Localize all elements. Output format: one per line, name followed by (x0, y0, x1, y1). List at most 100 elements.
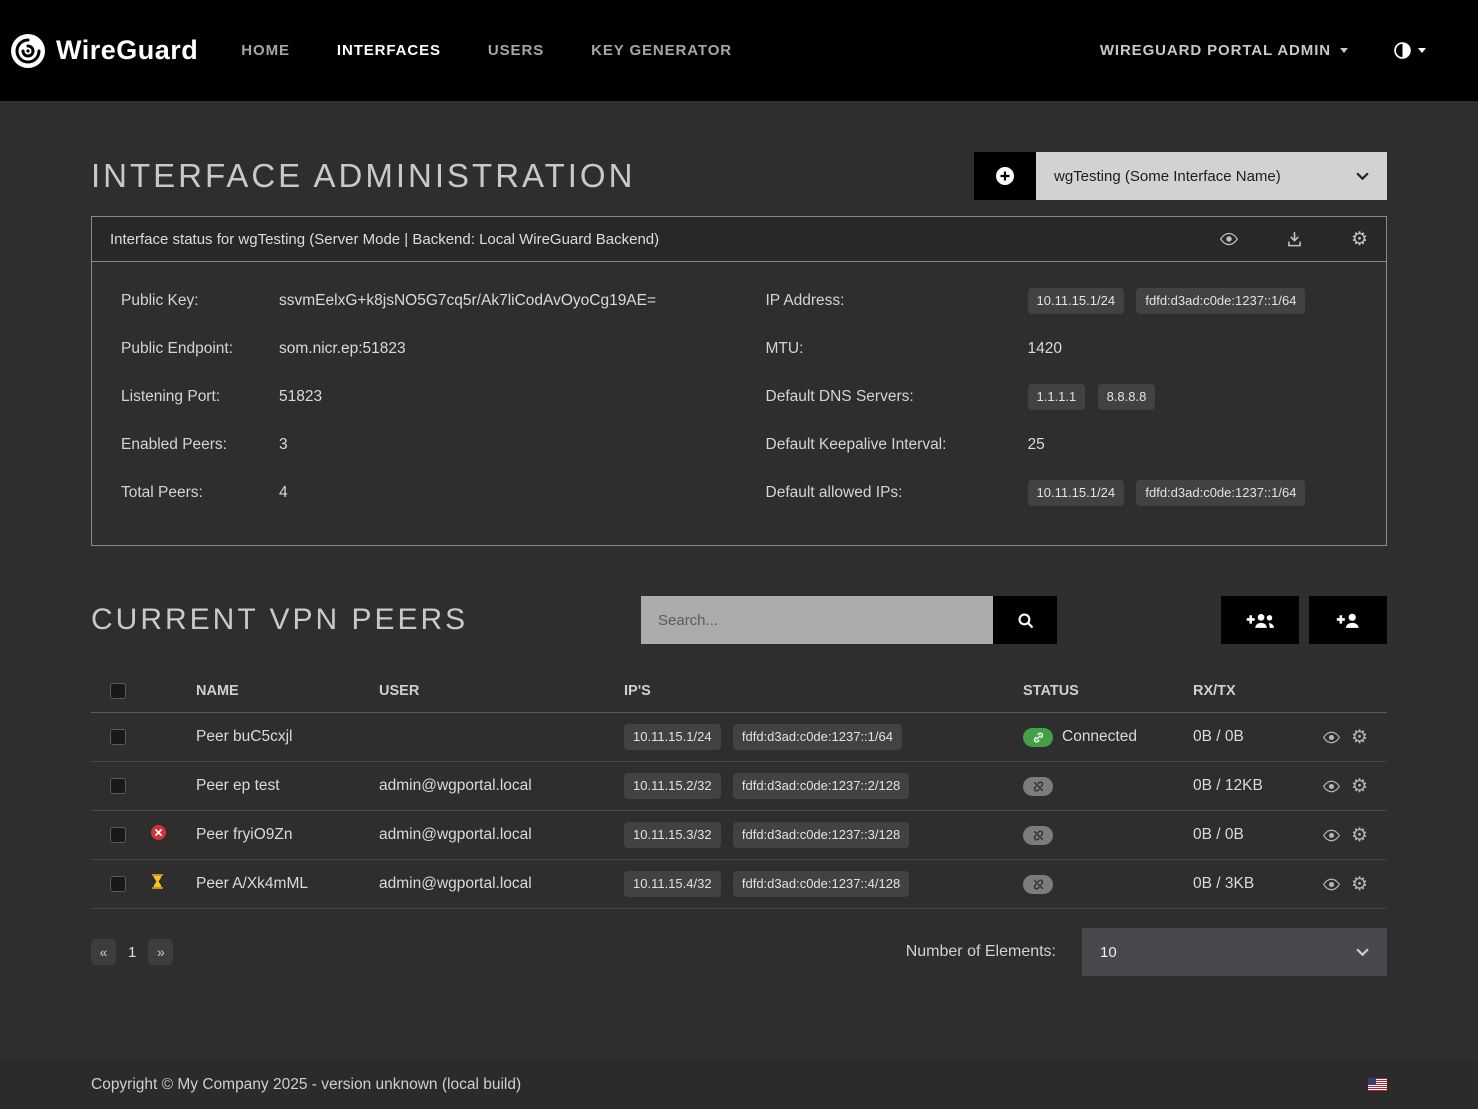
chevron-down-icon (1340, 48, 1348, 53)
download-config-button[interactable] (1286, 231, 1303, 248)
view-config-button[interactable] (1220, 230, 1238, 248)
ip-badge: 10.11.15.1/24 (1028, 480, 1125, 506)
interface-settings-button[interactable]: ⚙ (1351, 230, 1368, 249)
nav-interfaces[interactable]: INTERFACES (337, 42, 441, 59)
peer-rxtx: 0B / 12KB (1174, 762, 1311, 811)
field-label: Enabled Peers: (121, 436, 279, 454)
interface-card-title: Interface status for wgTesting (Server M… (110, 231, 659, 248)
copyright-text: Copyright © My Company 2025 - version un… (91, 1076, 521, 1094)
select-peer-checkbox[interactable] (110, 778, 126, 794)
peers-table: NAME USER IP'S STATUS RX/TX Peer buC5cxj… (91, 670, 1387, 909)
peer-view-button[interactable] (1323, 876, 1340, 893)
select-peer-checkbox[interactable] (110, 876, 126, 892)
peer-name: Peer A/Xk4mML (177, 860, 360, 909)
field-value: 4 (279, 484, 288, 502)
elements-count-select[interactable]: 10 (1082, 928, 1387, 976)
disconnected-link-icon (1023, 826, 1053, 845)
field-value: ssvmEelxG+k8jsNO5G7cq5r/Ak7liCodAvOyoCg1… (279, 292, 656, 310)
field-listening-port: Listening Port: 51823 (121, 373, 742, 421)
peer-ip-badge: 10.11.15.4/32 (624, 871, 721, 897)
peer-name: Peer fryiO9Zn (177, 811, 360, 860)
add-multiple-peers-button[interactable] (1221, 596, 1299, 644)
peer-settings-button[interactable]: ⚙ (1351, 875, 1368, 894)
eye-icon (1323, 827, 1340, 844)
us-flag-language-icon[interactable] (1368, 1078, 1387, 1091)
plus-circle-icon (996, 167, 1014, 185)
nav-home[interactable]: HOME (241, 42, 290, 59)
peer-view-button[interactable] (1323, 827, 1340, 844)
theme-contrast-icon (1394, 42, 1411, 59)
column-header-status: STATUS (1004, 670, 1174, 713)
eye-icon (1323, 729, 1340, 746)
add-interface-button[interactable] (974, 152, 1036, 200)
pagination-prev-button[interactable]: « (91, 939, 116, 965)
add-user-icon (1334, 611, 1362, 630)
peers-section-title: CURRENT VPN PEERS (91, 603, 468, 637)
field-value: 3 (279, 436, 288, 454)
gear-icon: ⚙ (1351, 826, 1368, 845)
interface-select[interactable]: wgTesting (Some Interface Name) (1036, 152, 1387, 200)
interface-status-card: Interface status for wgTesting (Server M… (91, 216, 1387, 546)
field-value: 51823 (279, 388, 322, 406)
table-row: Peer A/Xk4mML admin@wgportal.local 10.11… (91, 860, 1387, 909)
search-button[interactable] (993, 596, 1057, 644)
field-value: 1420 (1028, 340, 1062, 358)
ip-badge: fdfd:d3ad:c0de:1237::1/64 (1136, 288, 1305, 314)
select-all-checkbox[interactable] (110, 683, 126, 699)
peer-ip-badge: fdfd:d3ad:c0de:1237::4/128 (733, 871, 909, 897)
peer-view-button[interactable] (1323, 778, 1340, 795)
field-label: IP Address: (766, 292, 1028, 310)
user-menu-label: WIREGUARD PORTAL ADMIN (1100, 42, 1331, 59)
peer-settings-button[interactable]: ⚙ (1351, 728, 1368, 747)
disconnected-link-icon (1023, 777, 1053, 796)
table-row: Peer ep test admin@wgportal.local 10.11.… (91, 762, 1387, 811)
eye-icon (1220, 230, 1238, 248)
table-row: Peer buC5cxjl 10.11.15.1/24 fdfd:d3ad:c0… (91, 713, 1387, 762)
peer-user: admin@wgportal.local (360, 762, 605, 811)
field-public-endpoint: Public Endpoint: som.nicr.ep:51823 (121, 325, 742, 373)
field-label: Listening Port: (121, 388, 279, 406)
peer-rxtx: 0B / 3KB (1174, 860, 1311, 909)
nav-key-generator[interactable]: KEY GENERATOR (591, 42, 732, 59)
elements-count-label: Number of Elements: (906, 943, 1056, 961)
disconnected-link-icon (1023, 875, 1053, 894)
select-peer-checkbox[interactable] (110, 729, 126, 745)
nav-users[interactable]: USERS (488, 42, 544, 59)
add-peer-button[interactable] (1309, 596, 1387, 644)
select-peer-checkbox[interactable] (110, 827, 126, 843)
gear-icon: ⚙ (1351, 875, 1368, 894)
brand-logo[interactable]: WireGuard (10, 33, 198, 69)
peer-search-input[interactable] (641, 596, 993, 644)
field-ip-address: IP Address: 10.11.15.1/24 fdfd:d3ad:c0de… (766, 277, 1387, 325)
page-title: INTERFACE ADMINISTRATION (91, 157, 635, 195)
peer-ip-badge: 10.11.15.2/32 (624, 773, 721, 799)
theme-toggle-dropdown[interactable] (1394, 42, 1426, 59)
peer-ip-badge: fdfd:d3ad:c0de:1237::2/128 (733, 773, 909, 799)
ip-badge: 10.11.15.1/24 (1028, 288, 1125, 314)
peer-user: admin@wgportal.local (360, 811, 605, 860)
brand-name: WireGuard (56, 35, 198, 66)
peer-ip-badge: 10.11.15.1/24 (624, 724, 721, 750)
gear-icon: ⚙ (1351, 777, 1368, 796)
download-icon (1286, 231, 1303, 248)
pagination-next-button[interactable]: » (148, 939, 173, 965)
chevron-down-icon (1356, 948, 1369, 957)
field-label: Default DNS Servers: (766, 388, 1028, 406)
user-menu-dropdown[interactable]: WIREGUARD PORTAL ADMIN (1100, 42, 1348, 59)
peer-ip-badge: fdfd:d3ad:c0de:1237::3/128 (733, 822, 909, 848)
field-keepalive: Default Keepalive Interval: 25 (766, 421, 1387, 469)
field-label: Public Endpoint: (121, 340, 279, 358)
peer-settings-button[interactable]: ⚙ (1351, 777, 1368, 796)
gear-icon: ⚙ (1351, 230, 1368, 249)
chevron-down-icon (1418, 48, 1426, 53)
add-users-icon (1244, 611, 1276, 630)
peer-ip-badge: fdfd:d3ad:c0de:1237::1/64 (733, 724, 902, 750)
search-icon (1017, 612, 1034, 629)
field-value: 25 (1028, 436, 1045, 454)
field-label: Default Keepalive Interval: (766, 436, 1028, 454)
peer-settings-button[interactable]: ⚙ (1351, 826, 1368, 845)
field-allowed-ips: Default allowed IPs: 10.11.15.1/24 fdfd:… (766, 469, 1387, 517)
peer-user: admin@wgportal.local (360, 860, 605, 909)
peer-view-button[interactable] (1323, 729, 1340, 746)
field-enabled-peers: Enabled Peers: 3 (121, 421, 742, 469)
